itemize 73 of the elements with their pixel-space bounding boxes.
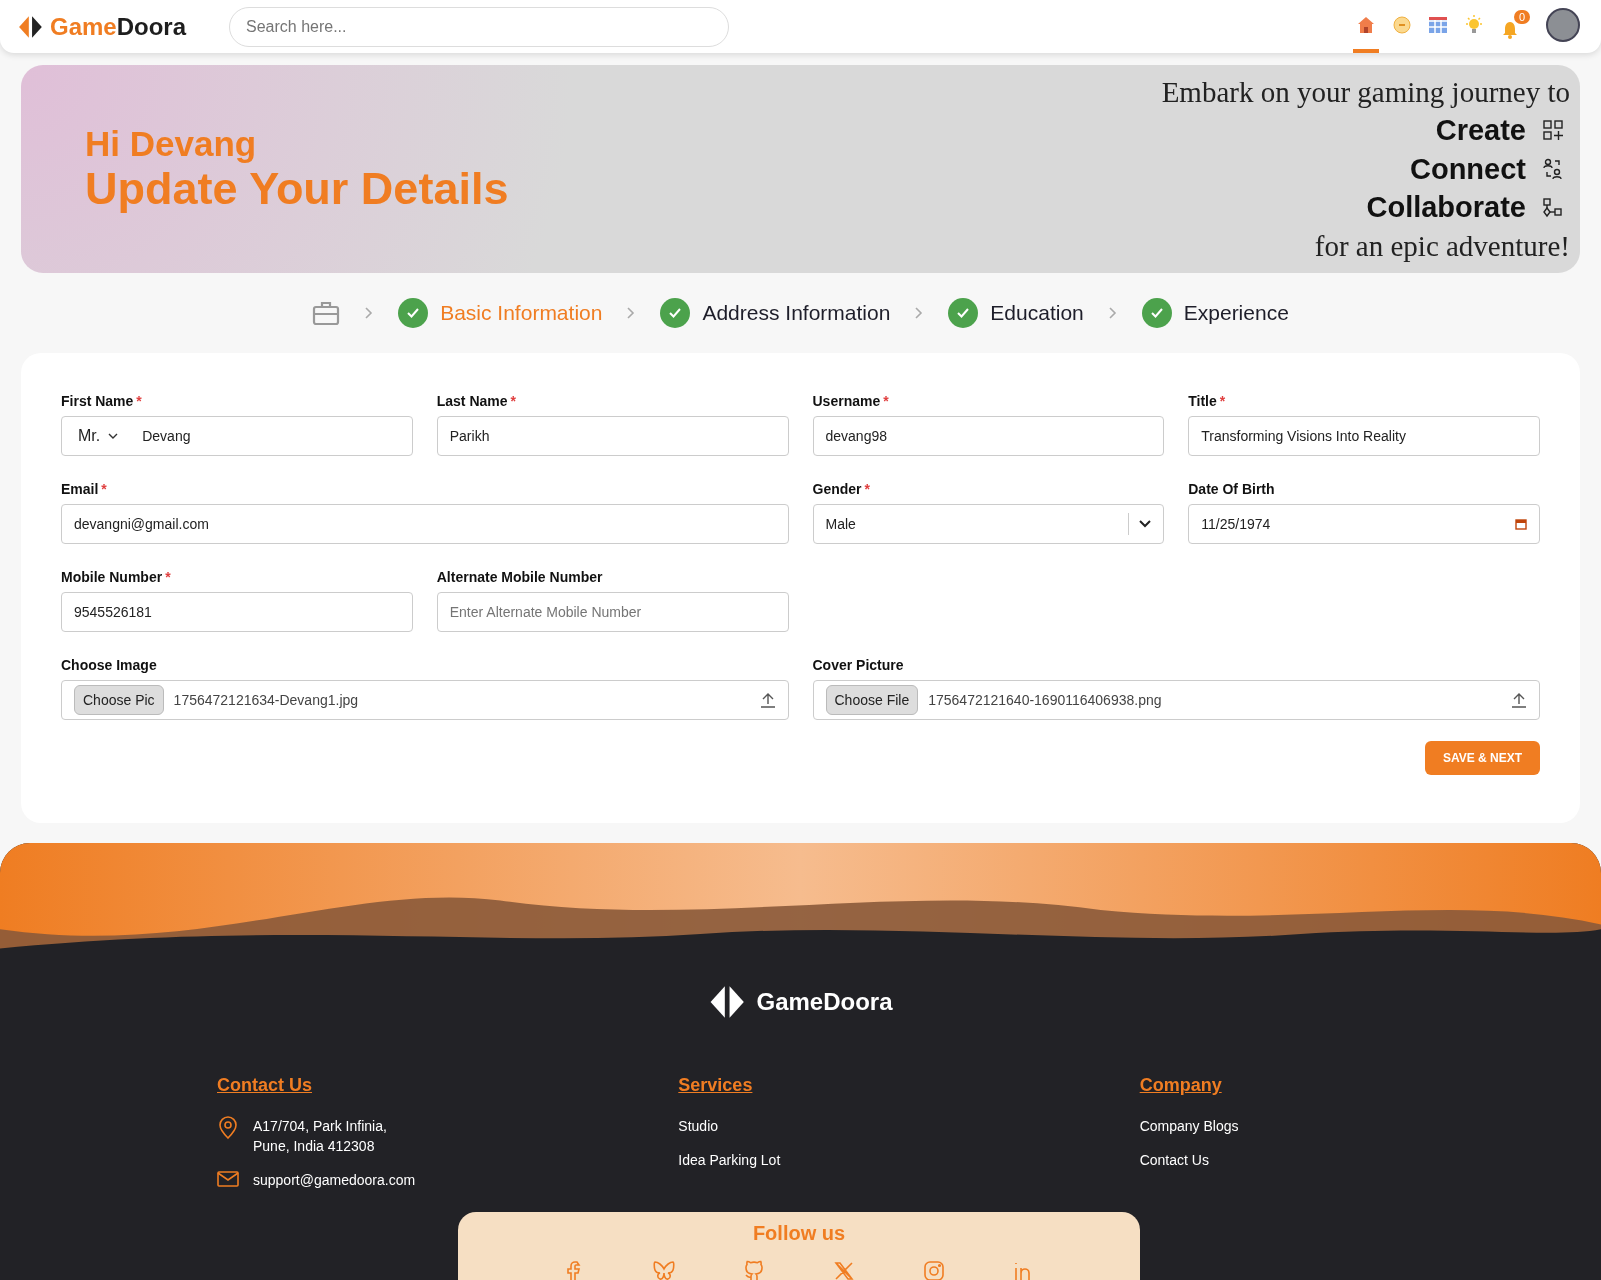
footer-link[interactable]: Idea Parking Lot [678,1150,781,1170]
field-label: Date Of Birth [1188,481,1276,497]
step-tab[interactable]: Experience [1141,298,1289,328]
input-field[interactable]: Parikh [436,416,789,456]
prefix-dropdown[interactable]: Mr. [74,427,131,445]
page-heading: Update Your Details [85,164,509,214]
avatar [1546,7,1580,42]
chevron-icon [914,306,925,320]
footer-heading[interactable]: Services [678,1075,753,1096]
contact-text: support@gamedoora.com [253,1171,416,1190]
input-field[interactable]: Transforming Visions Into Reality [1188,416,1540,456]
field-label: Title * [1188,393,1227,409]
footer-heading[interactable]: Company [1139,1075,1222,1096]
people-swap-icon [1542,158,1564,180]
chevron-icon [364,306,375,320]
choose-file-button[interactable]: Choose Pic [74,685,164,715]
coin-icon [1392,14,1412,35]
name-field[interactable]: Mr. Devang [61,416,413,456]
field-label: Last Name * [436,393,517,409]
step-tab[interactable]: Education [948,298,1084,328]
date-field[interactable]: 11/25/1974 [1188,504,1540,544]
butterfly-icon[interactable] [652,1259,676,1280]
upload-icon [1511,692,1527,708]
greeting: Hi Devang [85,124,258,165]
field-label: Username * [812,393,890,409]
tagline-word: Connect [1410,152,1526,186]
grid-plus-icon [1542,119,1564,142]
calendar-icon [1515,518,1527,530]
file-field[interactable]: Choose Pic 1756472121634-Devang1.jpg [61,680,789,720]
gender-dropdown[interactable]: Male [812,504,1165,544]
chevron-down-icon [108,432,119,440]
footer-link[interactable]: Company Blogs [1139,1116,1239,1136]
github-icon[interactable] [742,1259,766,1280]
field-label: Choose Image [61,657,158,673]
search-field[interactable]: Search here... [229,6,729,47]
input-field[interactable]: Enter Alternate Mobile Number [436,592,789,632]
x-logo-icon[interactable] [832,1259,856,1280]
home-icon [1356,14,1376,35]
logo[interactable]: GameDoora [18,12,211,41]
mail-icon [217,1170,239,1188]
input-field[interactable]: devang98 [812,416,1165,456]
field-label: Email * [61,481,108,497]
notification-badge: 0 [1513,9,1530,24]
tagline: for an epic adventure! [1314,229,1570,264]
bulb-icon [1464,14,1484,35]
input-field[interactable]: 9545526181 [61,592,413,632]
footer-link[interactable]: Studio [678,1116,719,1136]
follow-title: Follow us [751,1222,847,1245]
footer-heading[interactable]: Contact Us [217,1075,312,1096]
location-pin-icon [217,1116,239,1140]
instagram-icon[interactable] [922,1259,946,1280]
footer-logo[interactable]: GameDoora [700,983,901,1021]
upload-icon [759,692,776,708]
input-field[interactable]: devangni@gmail.com [61,504,789,544]
chevron-icon [626,306,637,320]
field-label: Gender * [812,481,871,497]
contact-text: A17/704, Park Infinia, Pune, India 412308 [253,1117,387,1156]
tagline: Embark on your gaming journey to [1161,75,1570,110]
choose-file-button[interactable]: Choose File [825,685,919,715]
field-label: Cover Picture [812,657,905,673]
footer-link[interactable]: Contact Us [1139,1150,1209,1170]
briefcase-icon [312,300,341,326]
field-label: Alternate Mobile Number [436,569,604,585]
step-tab[interactable]: Address Information [660,298,891,328]
chevron-icon [1107,306,1118,320]
file-field[interactable]: Choose File 1756472121640-1690116406938.png [812,680,1540,720]
tagline-word: Collaborate [1366,191,1526,225]
field-label: Mobile Number * [61,569,172,585]
field-label: First Name * [61,393,143,409]
flow-icon [1542,196,1564,219]
tagline-word: Create [1435,113,1526,147]
chevron-down-icon [1139,520,1152,528]
grid-icon [1428,14,1448,35]
